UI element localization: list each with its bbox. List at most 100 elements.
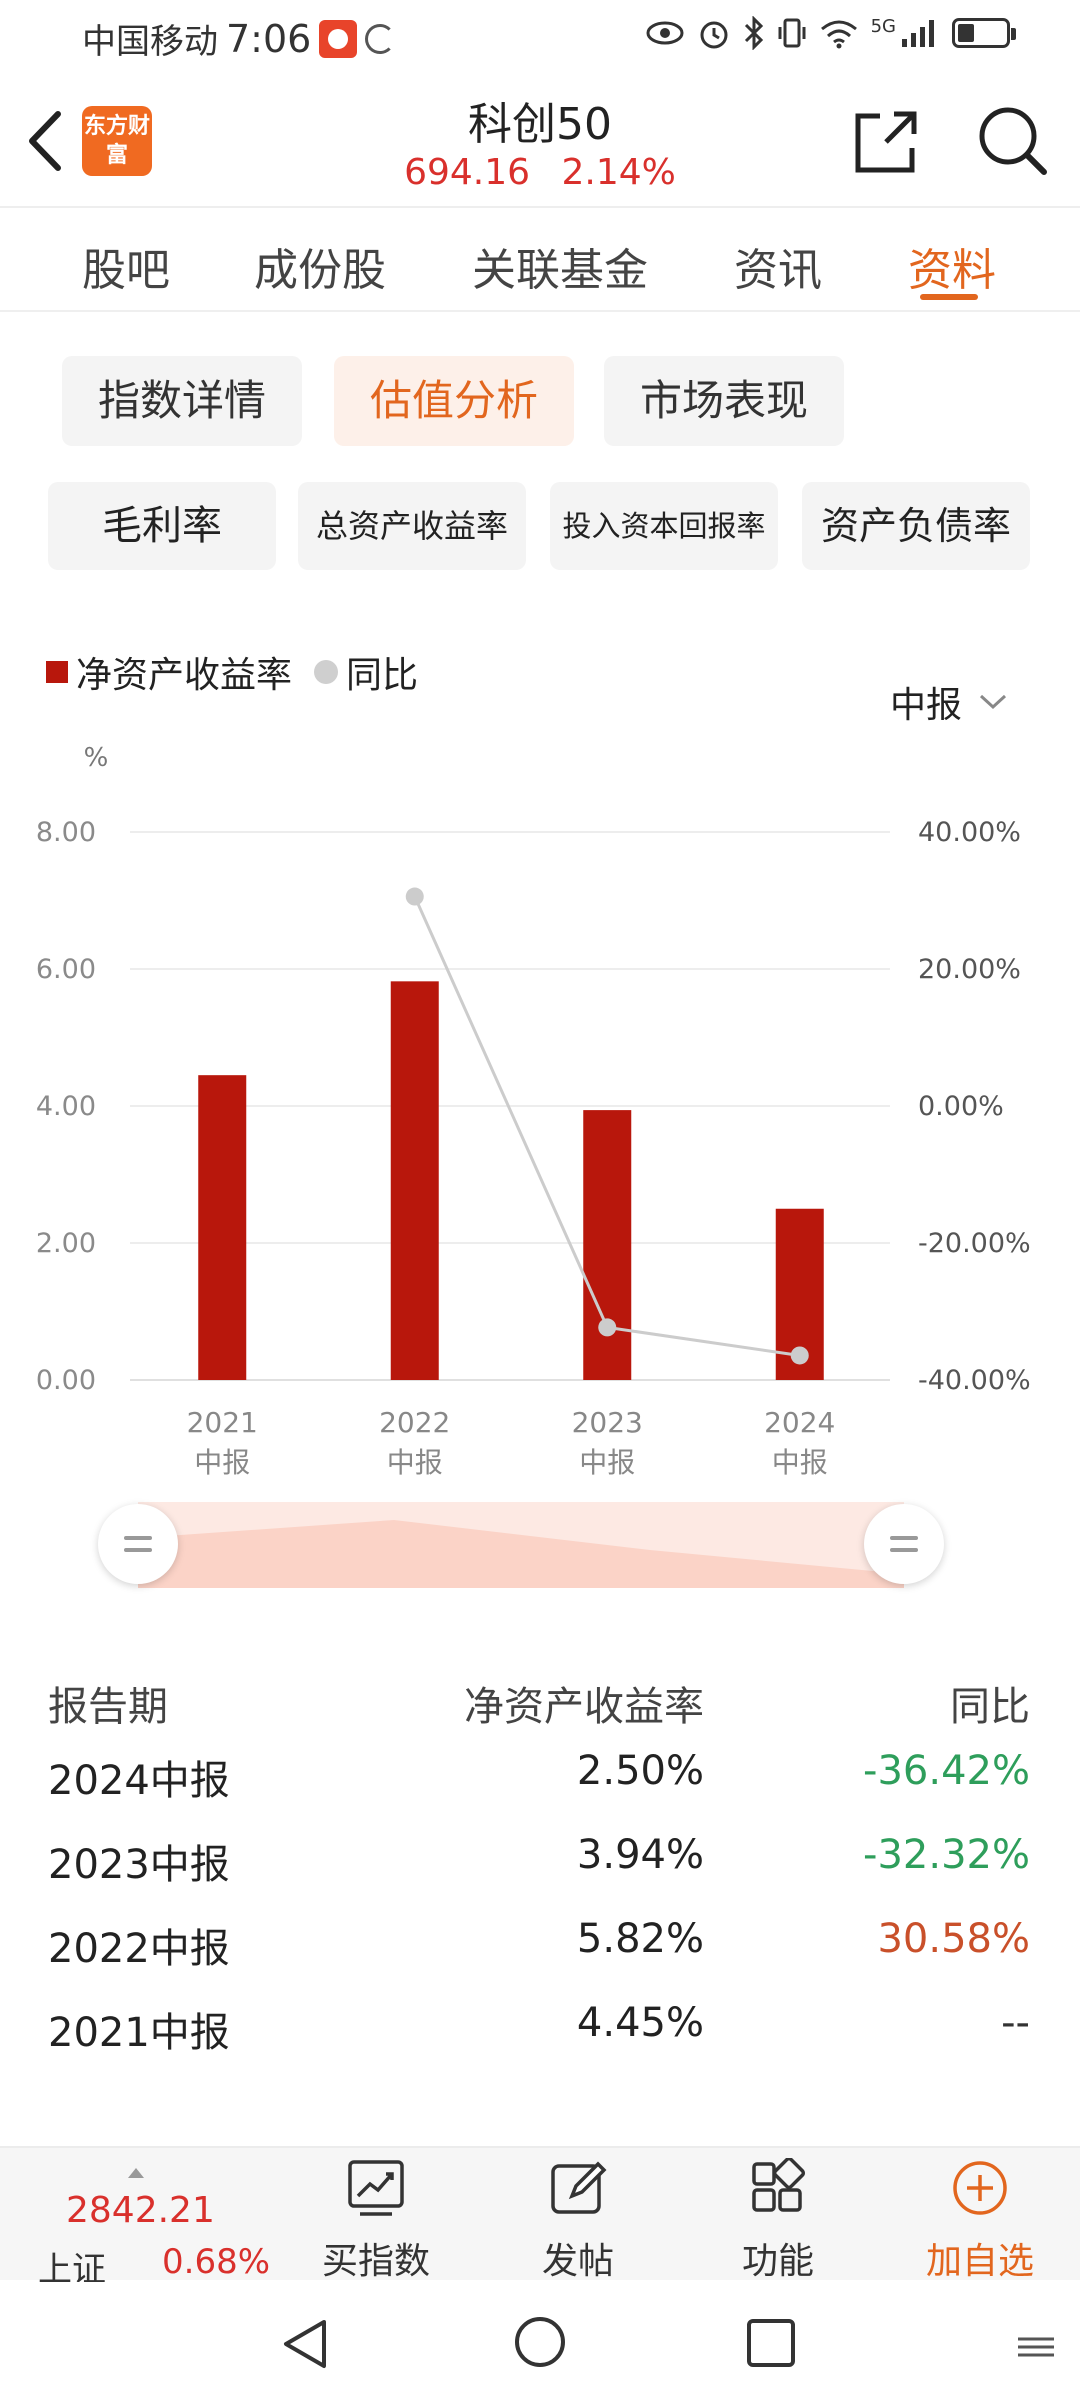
legend-bar-label[interactable]: 净资产收益率 [76,646,292,698]
y-tick-label: 0.00 [36,1365,96,1396]
vibrate-icon [778,18,806,48]
nav-menu-icon[interactable] [1016,2336,1056,2358]
subtab-market-performance[interactable]: 市场表现 [604,356,844,446]
row-yoy: -32.32% [863,1832,1030,1878]
row-period: 2024中报 [48,1758,230,1804]
y2-tick-label: 40.00% [918,817,1021,848]
add-watchlist-label: 加自选 [925,2241,1034,2282]
legend-line-label[interactable]: 同比 [346,646,418,698]
header-roe: 净资产收益率 [464,1684,704,1730]
metric-debt-ratio[interactable]: 资产负债率 [802,482,1030,570]
status-bar: 中国移动 7:06 5G [0,0,1080,72]
y2-tick-label: -20.00% [918,1228,1031,1259]
sync-icon [365,23,396,54]
index-price: 694.16 [404,152,531,193]
status-time: 7:06 [226,16,312,61]
tab-guba[interactable]: 股吧 [82,234,170,298]
functions-button[interactable]: 功能 [698,2148,858,2282]
x-tick-label: 中报 [387,1446,443,1479]
row-roe: 5.82% [576,1916,704,1962]
header-period: 报告期 [48,1684,168,1730]
edit-icon [551,2161,607,2214]
row-roe: 3.94% [576,1832,704,1878]
yoy-point [598,1318,617,1337]
row-yoy: 30.58% [877,1916,1030,1962]
x-tick-label: 中报 [194,1446,250,1479]
stock-header: 东方财富 科创50 694.16 2.14% [0,72,1080,208]
add-watchlist-button[interactable]: 加自选 [900,2148,1060,2282]
metric-gross-margin[interactable]: 毛利率 [48,482,276,570]
post-label: 发帖 [541,2241,614,2282]
search-icon[interactable] [974,102,1050,178]
x-tick-label: 中报 [772,1446,828,1479]
sse-index-ticker[interactable]: 2842.21 上证 0.68% [28,2162,278,2290]
nav-home-icon[interactable] [512,2314,568,2370]
metric-roic[interactable]: 投入资本回报率 [550,482,778,570]
table-row: 2021中报 4.45% -- [0,2000,1080,2080]
x-tick-label: 2021 [187,1406,258,1439]
buy-index-button[interactable]: 买指数 [296,2148,456,2282]
sse-index-pct: 0.68% [162,2242,271,2282]
y2-tick-label: -40.00% [918,1365,1031,1396]
tab-news[interactable]: 资讯 [734,234,822,298]
grid-apps-icon [752,2158,806,2212]
share-icon[interactable] [850,106,922,178]
bluetooth-icon [744,16,763,50]
row-roe: 4.45% [576,2000,704,2046]
range-handle-right[interactable] [864,1504,944,1584]
x-tick-label: 2024 [764,1406,835,1439]
x-tick-label: 中报 [579,1446,635,1479]
bar-2023中报 [583,1110,632,1380]
caret-up-icon [128,2168,144,2178]
range-overview-sparkline [138,1520,904,1588]
bottom-toolbar: 2842.21 上证 0.68% 买指数 发帖 功能 加自选 [0,2146,1080,2290]
row-period: 2022中报 [48,1926,230,1972]
chart-ylabel: % [84,743,109,773]
post-button[interactable]: 发帖 [498,2148,658,2282]
y-tick-label: 4.00 [36,1091,96,1122]
tab-profile[interactable]: 资料 [908,234,996,298]
yoy-point [405,887,424,906]
metric-roa[interactable]: 总资产收益率 [298,482,526,570]
chart-trend-icon [348,2160,404,2216]
header-yoy: 同比 [950,1684,1030,1730]
table-row: 2022中报 5.82% 30.58% [0,1916,1080,1996]
sse-index-value: 2842.21 [66,2190,215,2231]
table-header: 报告期 净资产收益率 同比 [0,1674,1080,1754]
bar-2021中报 [198,1075,247,1380]
y2-tick-label: 20.00% [918,954,1021,985]
nav-recents-icon[interactable] [744,2316,798,2370]
x-tick-label: 2023 [572,1406,643,1439]
range-handle-left[interactable] [98,1504,178,1584]
bar-2022中报 [390,981,439,1380]
tab-constituents[interactable]: 成份股 [254,234,386,298]
status-right: 5G [645,16,1016,50]
signal-icon [902,20,934,47]
table-row: 2023中报 3.94% -32.32% [0,1832,1080,1912]
tab-related-funds[interactable]: 关联基金 [472,234,648,298]
active-tab-indicator [920,294,978,300]
row-yoy: -- [1001,2000,1030,2046]
row-roe: 2.50% [576,1748,704,1794]
legend-bar-swatch [46,661,68,683]
y-tick-label: 6.00 [36,954,96,985]
system-nav-bar [0,2282,1080,2400]
table-row: 2024中报 2.50% -36.42% [0,1748,1080,1828]
app-notification-icon [319,19,358,58]
y2-tick-label: 0.00% [918,1091,1004,1122]
row-period: 2023中报 [48,1842,230,1888]
nav-back-icon[interactable] [278,2316,332,2372]
status-left: 中国移动 7:06 [82,14,396,63]
carrier-name: 中国移动 [82,22,218,62]
chart-range-selection[interactable] [138,1502,904,1588]
legend-line-swatch [314,660,339,684]
battery-icon [952,18,1016,48]
subtab-index-details[interactable]: 指数详情 [62,356,302,446]
eye-icon [646,21,684,45]
tabs-divider [0,310,1080,312]
y-tick-label: 8.00 [36,817,96,848]
roe-chart: % 0.00 2.00 4.00 6.00 8.00 -40.00% -20.00% 0.0… [36,743,1031,1479]
y-tick-label: 2.00 [36,1228,96,1259]
subtab-valuation[interactable]: 估值分析 [334,356,574,446]
index-change-pct: 2.14% [561,152,676,193]
